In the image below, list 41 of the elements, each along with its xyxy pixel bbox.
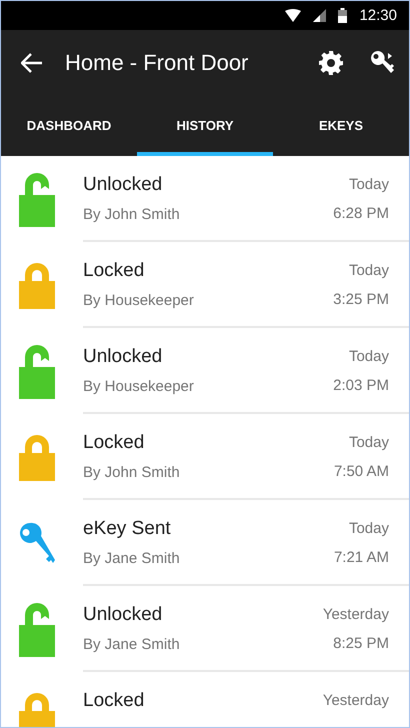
back-button[interactable] — [21, 53, 43, 73]
event-time: 7:21 AM — [334, 549, 389, 566]
event-title: Locked — [83, 260, 146, 282]
event-title: Unlocked — [83, 346, 164, 368]
event-author: By Housekeeper — [83, 292, 195, 309]
event-author: By John Smith — [83, 206, 181, 223]
event-title: Unlocked — [83, 604, 164, 626]
status-time: 12:30 — [359, 7, 397, 24]
event-day: Today — [348, 348, 389, 365]
padlock-icon — [19, 433, 55, 481]
open-padlock-icon — [19, 601, 55, 657]
event-day: Today — [348, 262, 389, 279]
event-day: Today — [348, 520, 389, 537]
event-day: Yesterday — [322, 606, 389, 623]
event-title: Locked — [83, 432, 146, 454]
settings-button[interactable] — [319, 51, 343, 75]
event-time: 7:50 AM — [334, 463, 389, 480]
event-title: Locked — [83, 690, 146, 712]
event-time: 6:28 PM — [333, 205, 389, 222]
padlock-icon — [19, 691, 55, 727]
event-time: 2:03 PM — [333, 377, 389, 394]
event-title: Unlocked — [83, 174, 164, 196]
padlock-icon — [19, 261, 55, 309]
screen-title: Home - Front Door — [65, 50, 250, 76]
event-title: eKey Sent — [83, 518, 172, 540]
event-author: By Housekeeper — [83, 378, 195, 395]
event-author: By John Smith — [83, 464, 181, 481]
event-day: Yesterday — [322, 692, 389, 709]
key-icon — [19, 522, 55, 564]
open-padlock-icon — [19, 171, 55, 227]
event-day: Today — [348, 434, 389, 451]
wifi-icon — [285, 9, 302, 22]
event-author: By Jane Smith — [83, 636, 181, 653]
event-day: Today — [348, 176, 389, 193]
event-time: 3:25 PM — [333, 291, 389, 308]
share-key-button[interactable] — [371, 51, 395, 75]
signal-icon — [313, 9, 326, 22]
battery-icon — [338, 8, 348, 23]
event-time: 8:25 PM — [333, 635, 389, 652]
event-author: By Jane Smith — [83, 550, 181, 567]
open-padlock-icon — [19, 343, 55, 399]
